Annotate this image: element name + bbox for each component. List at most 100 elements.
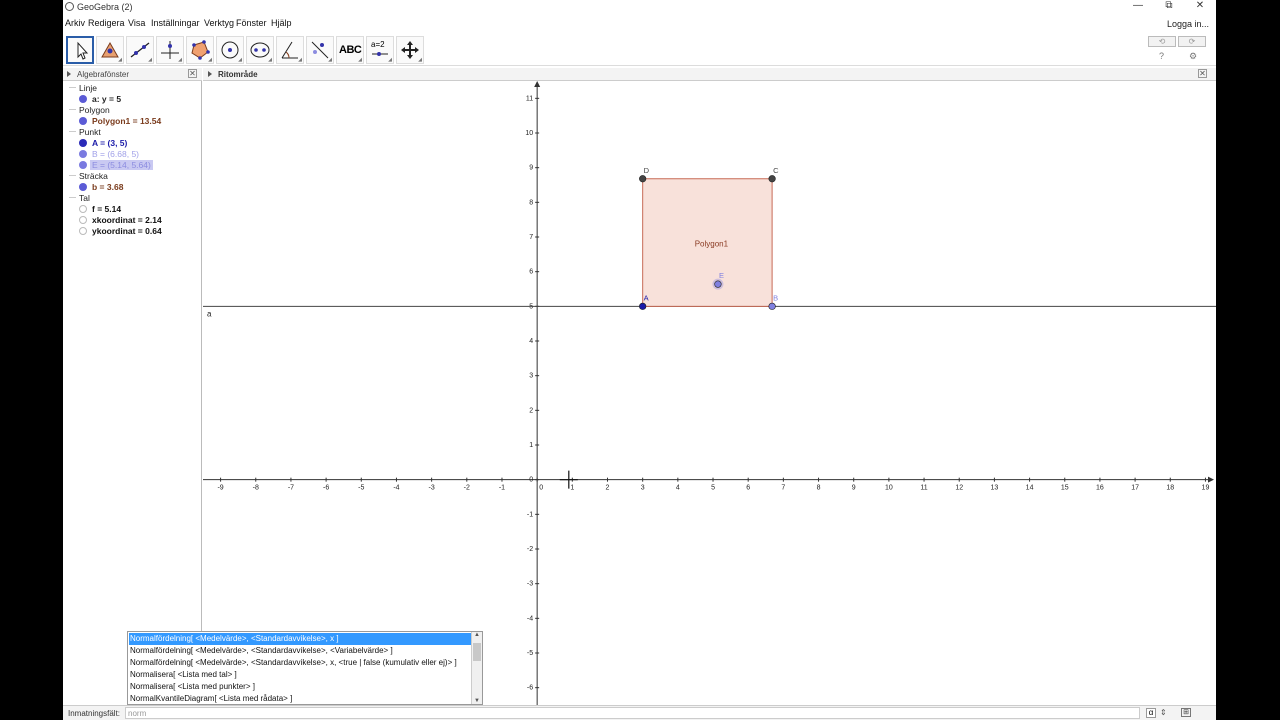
y-tick-label: 7 [529, 234, 533, 241]
graphics-view-canvas[interactable]: -9 -8 -7 -6 -5 -4 -3 -2 -1 0 1 2 3 4 5 6 7 8 9 10 11 12 13 14 15… [203, 81, 1216, 705]
point-a-text: A = (3, 5) [92, 138, 128, 148]
restore-button[interactable]: ⧉ [1154, 0, 1184, 14]
y-tick-label: -6 [527, 685, 533, 692]
dropdown-arrow-icon: ◢ [268, 57, 272, 63]
point-b-text: B = (6.68, 5) [92, 149, 140, 159]
autocomplete-suggestions[interactable]: Normalfördelning[ <Medelvärde>, <Standar… [127, 631, 483, 705]
algebra-item-f[interactable]: f = 5.14 [79, 204, 199, 215]
x-tick-label: -5 [358, 485, 364, 492]
dropdown-arrow-icon: ◢ [418, 57, 422, 63]
algebra-item-point-e[interactable]: E = (5.14, 5.64) [79, 160, 199, 171]
point-b-label: B [773, 293, 778, 302]
graphics-view-header: Ritområde ✕ [203, 68, 1216, 81]
category-polygon[interactable]: Polygon [79, 105, 110, 115]
menu-verktyg[interactable]: Verktyg [204, 18, 234, 28]
input-history-spinner[interactable]: ⇕ [1160, 708, 1167, 717]
menu-redigera[interactable]: Redigera [88, 18, 125, 28]
polygon1-label: Polygon1 [695, 240, 729, 249]
x-tick-label: 8 [817, 485, 821, 492]
reflect-tool-button[interactable]: ◢ [306, 36, 334, 64]
x-tick-label: 17 [1131, 485, 1139, 492]
suggestion-item[interactable]: Normalfördelning[ <Medelvärde>, <Standar… [129, 633, 471, 645]
algebra-item-line-a[interactable]: a: y = 5 [79, 94, 199, 105]
menu-visa[interactable]: Visa [128, 18, 145, 28]
y-tick-label: -3 [527, 581, 533, 588]
collapse-triangle-icon[interactable] [208, 71, 212, 77]
menu-bar: Arkiv Redigera Visa Inställningar Verkty… [63, 16, 1216, 31]
y-tick-label: -2 [527, 546, 533, 553]
x-tick-label: 18 [1166, 485, 1174, 492]
polygon-tool-button[interactable]: ◢ [186, 36, 214, 64]
menu-hjalp[interactable]: Hjälp [271, 18, 292, 28]
algebra-item-point-b[interactable]: B = (6.68, 5) [79, 149, 199, 160]
algebra-item-polygon1[interactable]: Polygon1 = 13.54 [79, 116, 199, 127]
suggestion-item[interactable]: NormalKvantileDiagram[ <Lista med rådata… [129, 693, 471, 705]
category-tal[interactable]: Tal [79, 193, 90, 203]
redo-icon[interactable]: ⟳ [1178, 36, 1206, 47]
hidden-object-circle-icon[interactable] [79, 216, 87, 224]
visibility-dot-icon[interactable] [79, 161, 87, 169]
algebra-item-ykoordinat[interactable]: ykoordinat = 0.64 [79, 226, 199, 237]
move-view-tool-button[interactable]: ◢ [396, 36, 424, 64]
minimize-button[interactable]: — [1123, 0, 1153, 14]
visibility-dot-icon[interactable] [79, 150, 87, 158]
x-tick-label: 14 [1026, 485, 1034, 492]
suggestion-item[interactable]: Normalisera[ <Lista med punkter> ] [129, 681, 471, 693]
settings-gear-icon[interactable]: ⚙ [1189, 51, 1197, 62]
y-tick-label: -4 [527, 615, 533, 622]
alpha-symbol-button[interactable]: α [1146, 708, 1156, 718]
y-tick-label: 0 [529, 477, 533, 484]
menu-fonster[interactable]: Fönster [236, 18, 267, 28]
x-tick-label: 16 [1096, 485, 1104, 492]
scroll-thumb[interactable] [473, 643, 481, 661]
text-tool-label: ABC [339, 44, 362, 56]
scroll-down-icon[interactable]: ▼ [472, 698, 482, 704]
visibility-dot-icon[interactable] [79, 117, 87, 125]
category-linje[interactable]: Linje [79, 83, 97, 93]
y-axis-arrow-icon [534, 81, 541, 87]
x-tick-label: 19 [1202, 485, 1210, 492]
category-stracka[interactable]: Sträcka [79, 171, 108, 181]
suggestion-item[interactable]: Normalfördelning[ <Medelvärde>, <Standar… [129, 657, 471, 669]
visibility-dot-icon[interactable] [79, 183, 87, 191]
angle-tool-button[interactable]: ◢ [276, 36, 304, 64]
menu-installningar[interactable]: Inställningar [151, 18, 200, 28]
point-c-label: C [773, 166, 779, 175]
y-tick-label: -1 [527, 511, 533, 518]
algebra-item-xkoordinat[interactable]: xkoordinat = 2.14 [79, 215, 199, 226]
hidden-object-circle-icon[interactable] [79, 227, 87, 235]
input-field[interactable] [125, 707, 1140, 719]
visibility-dot-icon[interactable] [79, 95, 87, 103]
dropdown-arrow-icon: ◢ [358, 57, 362, 63]
algebra-item-point-a[interactable]: A = (3, 5) [79, 138, 199, 149]
title-bar: GeoGebra (2) — ⧉ ✕ [63, 0, 1216, 15]
undo-icon[interactable]: ⟲ [1148, 36, 1176, 47]
suggestion-scrollbar[interactable]: ▲ ▼ [471, 632, 482, 704]
help-button[interactable]: ? [1159, 51, 1164, 61]
hidden-object-circle-icon[interactable] [79, 205, 87, 213]
slider-tool-button[interactable]: a=2 ◢ [366, 36, 394, 64]
text-tool-button[interactable]: ABC ◢ [336, 36, 364, 64]
algebra-item-segment-b[interactable]: b = 3.68 [79, 182, 199, 193]
circle-tool-button[interactable]: ◢ [216, 36, 244, 64]
conic-tool-button[interactable]: ◢ [246, 36, 274, 64]
point-tool-button[interactable]: ◢ [96, 36, 124, 64]
category-punkt[interactable]: Punkt [79, 127, 101, 137]
suggestion-item[interactable]: Normalfördelning[ <Medelvärde>, <Standar… [129, 645, 471, 657]
dropdown-arrow-icon: ◢ [118, 57, 122, 63]
perpendicular-tool-button[interactable]: ◢ [156, 36, 184, 64]
visibility-dot-icon[interactable] [79, 139, 87, 147]
move-tool-button[interactable] [66, 36, 94, 64]
close-button[interactable]: ✕ [1185, 0, 1215, 14]
collapse-triangle-icon[interactable] [67, 71, 71, 77]
menu-arkiv[interactable]: Arkiv [65, 18, 85, 28]
x-tick-label: -2 [464, 485, 470, 492]
scroll-up-icon[interactable]: ▲ [472, 632, 482, 638]
help-icon[interactable]: ⊞ [1181, 708, 1191, 717]
close-algebra-view-icon[interactable]: ✕ [188, 69, 197, 78]
suggestion-item[interactable]: Normalisera[ <Lista med tal> ] [129, 669, 471, 681]
login-link[interactable]: Logga in... [1167, 19, 1209, 29]
line-tool-button[interactable]: ◢ [126, 36, 154, 64]
line-a-label: a [207, 309, 212, 318]
close-graphics-view-icon[interactable]: ✕ [1198, 69, 1207, 78]
